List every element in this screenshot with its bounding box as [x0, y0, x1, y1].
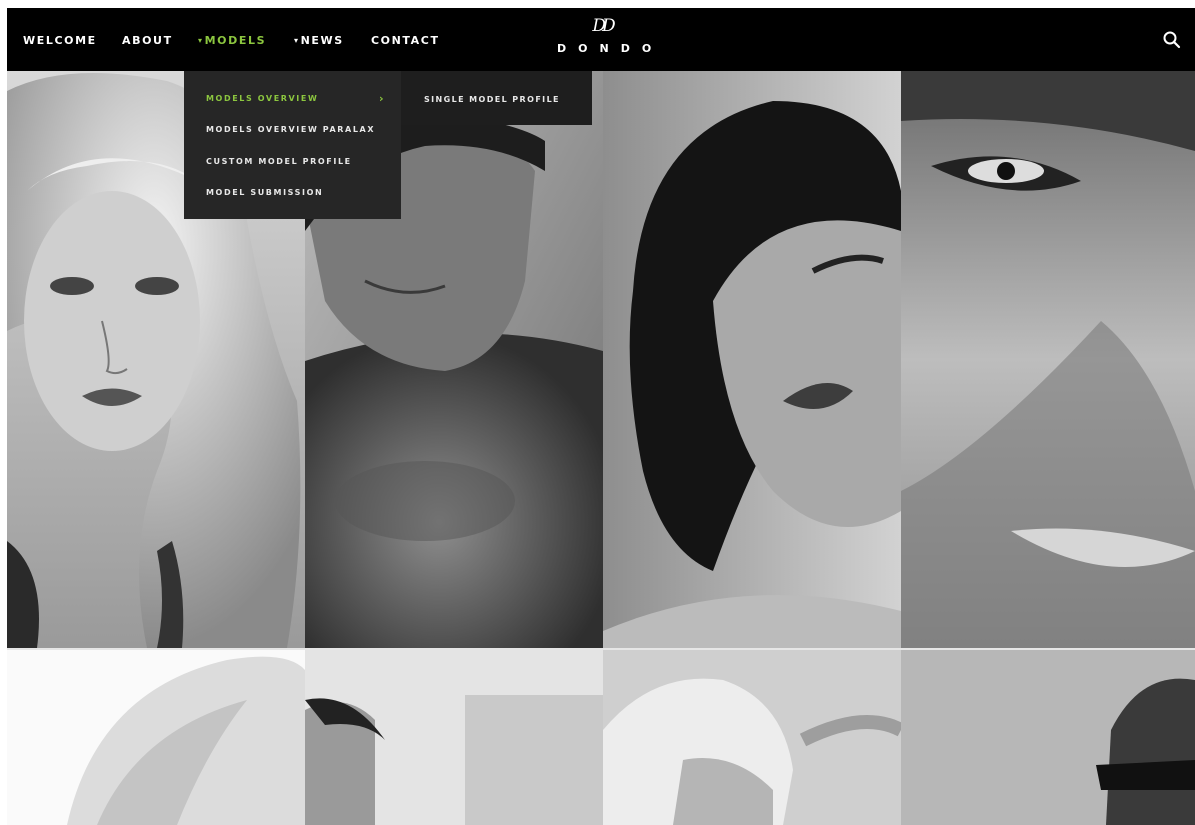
menu-item-models-overview[interactable]: MODELS OVERVIEW [206, 94, 318, 103]
search-icon[interactable] [1162, 30, 1182, 50]
photo-man-closeup[interactable] [901, 71, 1195, 648]
chevron-right-icon: › [379, 92, 384, 105]
logo-wordmark: DONDO [557, 42, 664, 55]
logo-monogram: DD [592, 16, 615, 36]
site-logo[interactable]: DD DONDO [547, 16, 657, 66]
menu-item-custom-model-profile[interactable]: CUSTOM MODEL PROFILE [206, 157, 352, 166]
nav-contact[interactable]: CONTACT [371, 34, 440, 47]
top-navigation: WELCOME ABOUT ▾MODELS ▾NEWS CONTACT DD D… [7, 8, 1195, 71]
models-overview-submenu: SINGLE MODEL PROFILE [401, 71, 592, 125]
menu-item-models-overview-paralax[interactable]: MODELS OVERVIEW PARALAX [206, 125, 375, 134]
photo-blonde-hair-back[interactable] [7, 650, 305, 825]
nav-welcome[interactable]: WELCOME [23, 34, 97, 47]
page: WELCOME ABOUT ▾MODELS ▾NEWS CONTACT DD D… [7, 8, 1195, 825]
photo-man-profile[interactable] [305, 650, 603, 825]
photo-curly-blonde-woman[interactable] [603, 650, 901, 825]
nav-models[interactable]: ▾MODELS [198, 34, 266, 47]
caret-down-icon: ▾ [198, 36, 204, 45]
nav-news[interactable]: ▾NEWS [294, 34, 344, 47]
nav-about[interactable]: ABOUT [122, 34, 173, 47]
menu-item-single-model-profile[interactable]: SINGLE MODEL PROFILE [424, 95, 560, 104]
menu-item-model-submission[interactable]: MODEL SUBMISSION [206, 188, 323, 197]
photo-man-sunglasses[interactable] [901, 650, 1195, 825]
photo-dark-haired-woman[interactable] [603, 71, 901, 648]
caret-down-icon: ▾ [294, 36, 300, 45]
models-dropdown-menu: MODELS OVERVIEW › MODELS OVERVIEW PARALA… [184, 71, 401, 219]
